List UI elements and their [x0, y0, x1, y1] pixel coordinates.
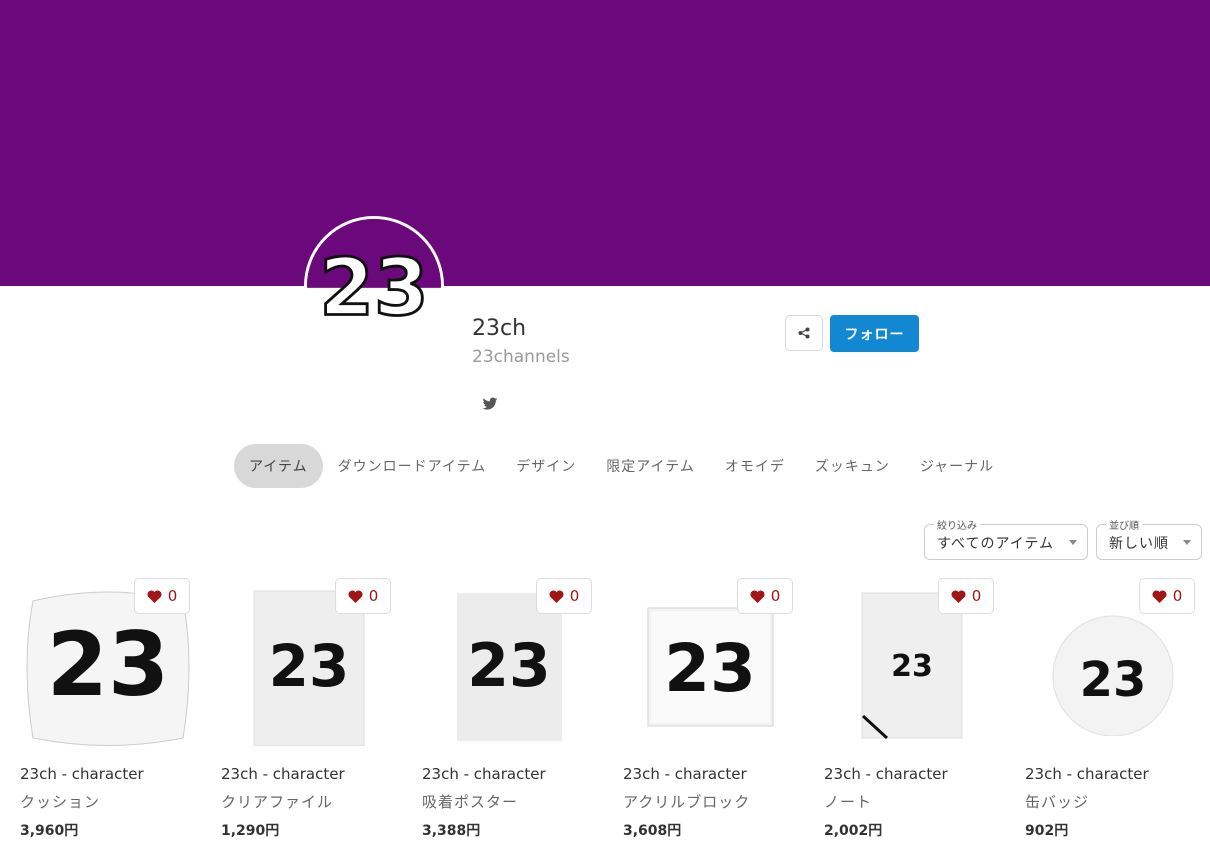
- like-count: 0: [971, 587, 982, 605]
- product-card[interactable]: 23 0 23ch - character クリアファイル 1,290円: [221, 578, 422, 840]
- heart-icon: [750, 590, 765, 603]
- product-type: クッション: [20, 793, 101, 811]
- product-price: 3,608円: [623, 823, 682, 839]
- product-image[interactable]: 23 0: [623, 578, 798, 753]
- heart-icon: [549, 590, 564, 603]
- chevron-down-icon: [1183, 540, 1191, 545]
- product-image[interactable]: 23 0: [20, 578, 195, 753]
- like-count: 0: [1172, 587, 1183, 605]
- product-title[interactable]: 23ch - character: [221, 765, 422, 783]
- like-count: 0: [368, 587, 379, 605]
- filter-value: すべてのアイテム: [937, 536, 1055, 552]
- tab-limited-items[interactable]: 限定アイテム: [591, 444, 710, 488]
- svg-text:23: 23: [319, 242, 428, 334]
- product-type: アクリルブロック: [623, 793, 751, 811]
- svg-text:23: 23: [1079, 652, 1146, 708]
- follow-button[interactable]: フォロー: [830, 315, 919, 352]
- tab-bar: アイテム ダウンロードアイテム デザイン 限定アイテム オモイデ ズッキュン ジ…: [234, 444, 1009, 488]
- product-type: 吸着ポスター: [422, 793, 519, 811]
- product-card[interactable]: 23 0 23ch - character アクリルブロック 3,608円: [623, 578, 824, 840]
- product-type: 缶バッジ: [1025, 793, 1090, 811]
- tab-zukkyun[interactable]: ズッキュン: [800, 444, 905, 488]
- product-card[interactable]: 23 0 23ch - character ノート 2,002円: [824, 578, 1025, 840]
- product-title[interactable]: 23ch - character: [824, 765, 1025, 783]
- twitter-icon[interactable]: [482, 396, 498, 412]
- svg-text:23: 23: [46, 613, 168, 716]
- product-card[interactable]: 23 0 23ch - character クッション 3,960円: [20, 578, 221, 840]
- share-button[interactable]: [785, 315, 823, 351]
- product-price: 902円: [1025, 823, 1069, 839]
- heart-icon: [147, 590, 162, 603]
- svg-text:23: 23: [891, 649, 933, 684]
- product-price: 1,290円: [221, 823, 280, 839]
- filter-select[interactable]: 絞り込み すべてのアイテム: [924, 517, 1088, 560]
- tab-designs[interactable]: デザイン: [501, 444, 591, 488]
- share-icon: [798, 327, 810, 339]
- tab-omoide[interactable]: オモイデ: [710, 444, 800, 488]
- product-title[interactable]: 23ch - character: [623, 765, 824, 783]
- shop-logo: 23: [307, 219, 441, 353]
- like-button[interactable]: 0: [335, 578, 391, 614]
- product-price: 2,002円: [824, 823, 883, 839]
- heart-icon: [348, 590, 363, 603]
- product-image[interactable]: 23 0: [422, 578, 597, 753]
- svg-text:23: 23: [268, 632, 349, 700]
- like-count: 0: [569, 587, 580, 605]
- shop-id: 23channels: [472, 347, 570, 367]
- avatar[interactable]: 23: [304, 216, 444, 356]
- sort-label: 並び順: [1106, 517, 1142, 532]
- filter-label: 絞り込み: [934, 517, 980, 532]
- cover-banner: [0, 0, 1210, 286]
- sort-value: 新しい順: [1109, 536, 1169, 552]
- like-count: 0: [167, 587, 178, 605]
- product-image[interactable]: 23 0: [824, 578, 999, 753]
- like-button[interactable]: 0: [536, 578, 592, 614]
- product-grid: 23 0 23ch - character クッション 3,960円 23 0 …: [20, 578, 1210, 840]
- tab-journal[interactable]: ジャーナル: [905, 444, 1009, 488]
- tab-items[interactable]: アイテム: [234, 444, 323, 488]
- product-type: クリアファイル: [221, 793, 334, 811]
- product-price: 3,388円: [422, 823, 481, 839]
- chevron-down-icon: [1069, 540, 1077, 545]
- shop-name: 23ch: [472, 316, 527, 341]
- product-card[interactable]: 23 0 23ch - character 吸着ポスター 3,388円: [422, 578, 623, 840]
- like-count: 0: [770, 587, 781, 605]
- tab-download-items[interactable]: ダウンロードアイテム: [323, 444, 502, 488]
- product-type: ノート: [824, 793, 873, 811]
- product-title[interactable]: 23ch - character: [20, 765, 221, 783]
- heart-icon: [951, 590, 966, 603]
- like-button[interactable]: 0: [134, 578, 190, 614]
- product-image[interactable]: 23 0: [221, 578, 396, 753]
- svg-text:23: 23: [664, 630, 756, 707]
- product-title[interactable]: 23ch - character: [422, 765, 623, 783]
- like-button[interactable]: 0: [737, 578, 793, 614]
- heart-icon: [1152, 590, 1167, 603]
- like-button[interactable]: 0: [938, 578, 994, 614]
- product-image[interactable]: 23 0: [1025, 578, 1200, 753]
- svg-text:23: 23: [467, 631, 551, 701]
- product-price: 3,960円: [20, 823, 79, 839]
- product-title[interactable]: 23ch - character: [1025, 765, 1210, 783]
- sort-select[interactable]: 並び順 新しい順: [1096, 517, 1202, 560]
- product-card[interactable]: 23 0 23ch - character 缶バッジ 902円: [1025, 578, 1210, 840]
- like-button[interactable]: 0: [1139, 578, 1195, 614]
